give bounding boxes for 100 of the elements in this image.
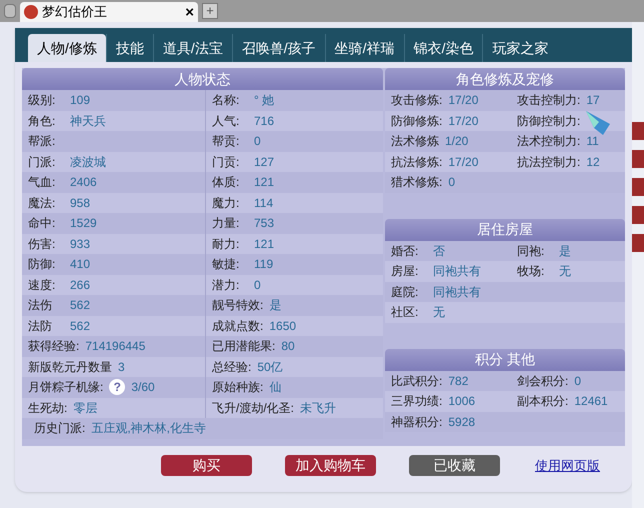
field-value: 凌波城: [70, 154, 106, 171]
field-value: 410: [70, 256, 90, 274]
field-label: 总经验:: [212, 358, 252, 376]
field-label: 法术修炼: [391, 133, 439, 150]
tab[interactable]: 玩家之家: [482, 34, 558, 62]
field-value: 782: [448, 372, 468, 390]
field-label: 门贡:: [212, 154, 240, 171]
web-version-link[interactable]: 使用网页版: [535, 456, 600, 476]
field-label: 剑会积分:: [517, 372, 568, 390]
field-value: 12: [586, 154, 600, 171]
field-label: 名称:: [212, 92, 240, 110]
field-value: 12461: [574, 393, 608, 410]
field-value: 121: [254, 174, 274, 192]
field-label: 同袍:: [517, 242, 546, 260]
field-label: 牧场:: [517, 263, 546, 280]
field-value: 11: [586, 133, 599, 150]
field-value: 零层: [73, 400, 98, 417]
section-header: 人物状态: [22, 68, 383, 90]
field-value: 否: [433, 242, 445, 260]
tab[interactable]: 坐骑/祥瑞: [324, 34, 404, 62]
field-value: 109: [70, 92, 90, 110]
field-value: 17/20: [448, 92, 478, 110]
new-tab-button[interactable]: +: [202, 3, 218, 19]
field-value: 同袍共有: [433, 263, 481, 280]
field-label: 伤害:: [28, 236, 56, 253]
section-header: 角色修炼及宠修: [385, 68, 625, 90]
field-label: 体质:: [212, 174, 240, 192]
tab[interactable]: 人物/修炼: [28, 34, 106, 62]
tab[interactable]: 锦衣/染色: [404, 34, 482, 62]
action-button[interactable]: 已收藏: [409, 455, 500, 476]
field-label: 防御:: [28, 256, 56, 274]
field-label: 攻击控制力:: [517, 92, 580, 110]
field-label: 帮贡:: [212, 133, 240, 150]
field-value: 是: [269, 297, 282, 314]
field-value: 1006: [448, 393, 476, 410]
field-label: 气血:: [28, 174, 56, 192]
action-button[interactable]: 加入购物车: [285, 455, 376, 476]
field-label: 法伤: [28, 297, 53, 314]
field-label: 力量:: [212, 215, 240, 232]
field-value: 753: [254, 215, 274, 232]
field-value: 958: [70, 194, 90, 212]
help-icon[interactable]: ?: [109, 379, 126, 396]
field-label: 已用潜能果:: [212, 338, 276, 356]
field-label: 命中:: [28, 215, 56, 232]
field-value: 127: [254, 154, 274, 171]
field-label: 潜力:: [212, 276, 240, 294]
field-label: 帮派:: [28, 133, 56, 150]
field-value: 933: [70, 236, 90, 253]
tab-title: 梦幻估价王: [42, 3, 108, 22]
section-header: 积分 其他: [385, 348, 625, 370]
field-label: 社区:: [391, 304, 420, 322]
field-label: 副本积分:: [517, 393, 568, 410]
section-header: 居住房屋: [385, 218, 625, 240]
field-value: 562: [70, 318, 90, 335]
field-value: 是: [559, 242, 571, 260]
field-label: 抗法修炼:: [391, 154, 442, 171]
field-value: 0: [574, 372, 582, 390]
field-value: 1650: [269, 318, 296, 335]
field-value: 80: [281, 338, 295, 356]
field-value: 50亿: [257, 358, 283, 376]
field-value: 仙: [269, 379, 282, 396]
field-label: 三界功绩:: [391, 393, 442, 410]
field-label: 成就点数:: [212, 318, 264, 335]
field-value: 114: [254, 194, 274, 212]
field-label: 门派:: [28, 154, 56, 171]
field-value: 17: [586, 92, 600, 110]
field-label: 魔力:: [212, 194, 240, 212]
tab[interactable]: 道具/法宝: [152, 34, 232, 62]
field-value: 0: [448, 174, 456, 192]
field-label: 速度:: [28, 276, 56, 294]
field-label: 法防: [28, 318, 53, 335]
field-value: 714196445: [85, 338, 146, 356]
field-label: 防御控制力:: [517, 112, 580, 130]
field-label: 历史门派:: [34, 420, 86, 438]
field-value: 同袍共有: [433, 284, 481, 301]
field-value: 17/20: [448, 154, 478, 171]
field-label: 角色:: [28, 112, 56, 130]
field-label: 人气:: [212, 112, 240, 130]
close-icon[interactable]: ×: [185, 4, 194, 20]
field-value: 五庄观,神木林,化生寺: [91, 420, 206, 438]
field-label: 神器积分:: [391, 414, 442, 431]
field-value: 0: [254, 276, 261, 294]
field-value: 119: [254, 256, 274, 274]
field-value: 17/20: [448, 112, 478, 130]
field-label: 攻击修炼:: [391, 92, 442, 110]
field-label: 抗法控制力:: [517, 154, 580, 171]
field-label: 耐力:: [212, 236, 240, 253]
field-label: 靓号特效:: [212, 297, 264, 314]
tab[interactable]: 召唤兽/孩子: [232, 34, 325, 62]
field-label: 原始种族:: [212, 379, 264, 396]
field-label: 猎术修炼:: [391, 174, 442, 192]
browser-tab[interactable]: 梦幻估价王 ×: [20, 2, 198, 22]
field-label: 防御修炼:: [391, 112, 442, 130]
tab[interactable]: 技能: [106, 34, 153, 62]
field-value: 121: [254, 236, 274, 253]
action-button[interactable]: 购买: [161, 455, 252, 476]
field-value: 2406: [70, 174, 97, 192]
field-label: 获得经验:: [28, 338, 80, 356]
tab-menu-button[interactable]: [4, 4, 16, 18]
app-logo-icon: [24, 5, 38, 19]
